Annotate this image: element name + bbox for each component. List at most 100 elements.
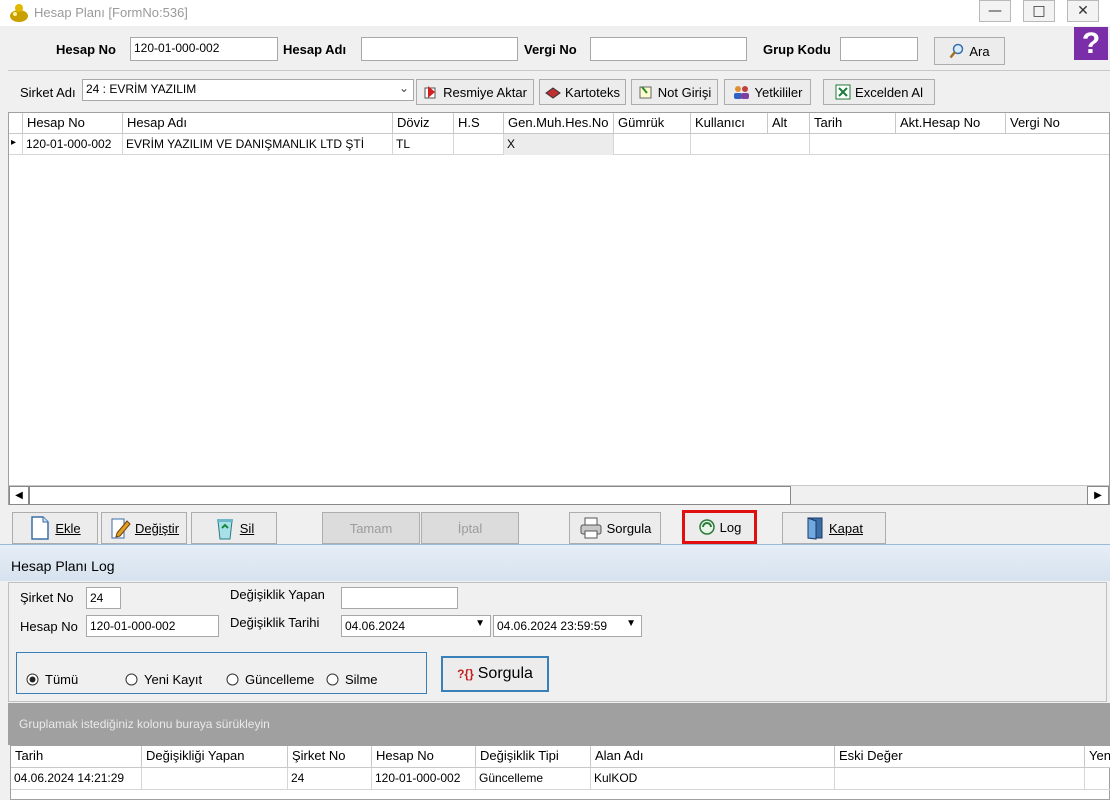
edit-pencil-icon [111, 518, 131, 539]
grup-kodu-input[interactable] [840, 37, 918, 61]
cell-tarih[interactable] [810, 134, 896, 155]
tamam-label: Tamam [349, 520, 393, 536]
maximize-button[interactable]: □ [1023, 0, 1055, 22]
col-tarih[interactable]: Tarih [810, 113, 896, 133]
col-alt[interactable]: Alt [768, 113, 810, 133]
help-question-icon: ? [1081, 27, 1101, 60]
ara-label: Ara [969, 43, 990, 59]
kapat-button[interactable]: Kapat [782, 512, 886, 544]
ekle-button[interactable]: Ekle [12, 512, 98, 544]
horizontal-scrollbar[interactable]: ◀ ▶ [9, 485, 1109, 505]
log-cell-hesap-no[interactable]: 120-01-000-002 [372, 768, 476, 789]
log-button[interactable]: Log [682, 510, 757, 544]
log-cell-sirket-no[interactable]: 24 [288, 768, 372, 789]
log-col-degisikligi-yapan[interactable]: Değişikliği Yapan [142, 746, 288, 768]
sirket-select[interactable]: 24 : EVRİM YAZILIM ⌄ [82, 79, 414, 101]
excelden-al-button[interactable]: Excelden Al [823, 79, 935, 105]
tamam-button[interactable]: Tamam [322, 512, 420, 544]
resmiye-aktar-button[interactable]: Resmiye Aktar [416, 79, 534, 105]
sorgula-button[interactable]: Sorgula [569, 512, 661, 544]
help-button[interactable]: ? [1074, 27, 1108, 60]
radio-tumu[interactable]: Tümü [26, 672, 78, 687]
col-doviz[interactable]: Döviz [393, 113, 454, 133]
radio-guncelleme-label: Güncelleme [245, 672, 315, 687]
log-cell-degisikligi-yapan[interactable] [142, 768, 288, 789]
cell-doviz[interactable]: TL [393, 134, 454, 155]
radio-guncelleme[interactable]: Güncelleme [226, 672, 314, 687]
log-cell-degisiklik-tipi[interactable]: Güncelleme [476, 768, 591, 789]
scroll-left-arrow-icon[interactable]: ◀ [9, 486, 29, 505]
log-grid-header: Tarih Değişikliği Yapan Şirket No Hesap … [11, 746, 1110, 768]
close-button[interactable]: ✕ [1067, 0, 1099, 22]
app-money-bag-icon [8, 3, 30, 26]
log-cell-eski-deger[interactable] [835, 768, 1085, 789]
degisiklik-yapan-label: Değişiklik Yapan [230, 587, 325, 602]
log-col-sirket-no[interactable]: Şirket No [288, 746, 372, 768]
minimize-button[interactable]: — [979, 0, 1011, 22]
col-hs[interactable]: H.S [454, 113, 504, 133]
hesap-adi-label: Hesap Adı [283, 42, 347, 57]
log-grid: Tarih Değişikliği Yapan Şirket No Hesap … [10, 745, 1110, 800]
cell-hesap-adi[interactable]: EVRİM YAZILIM VE DANIŞMANLIK LTD ŞTİ [123, 134, 393, 155]
scroll-right-arrow-icon[interactable]: ▶ [1087, 486, 1109, 505]
scrollbar-thumb[interactable] [29, 486, 791, 505]
col-hesap-adi[interactable]: Hesap Adı [123, 113, 393, 133]
sil-button[interactable]: Sil [191, 512, 277, 544]
cell-akt-hesap-no[interactable] [896, 134, 1006, 155]
cell-gen-muh-hes-no[interactable]: X [504, 134, 614, 155]
group-by-bar[interactable]: Gruplamak istediğiniz kolonu buraya sürü… [8, 703, 1110, 745]
degisiklik-yapan-input[interactable] [341, 587, 458, 609]
resmiye-aktar-label: Resmiye Aktar [443, 84, 527, 100]
transfer-icon [424, 86, 436, 99]
hesap-adi-input[interactable] [361, 37, 518, 61]
log-panel-title: Hesap Planı Log [11, 558, 115, 574]
radio-silme[interactable]: Silme [326, 672, 378, 687]
log-col-hesap-no[interactable]: Hesap No [372, 746, 476, 768]
table-row[interactable]: 04.06.2024 14:21:29 24 120-01-000-002 Gü… [11, 768, 1110, 790]
log-cell-yeni[interactable] [1085, 768, 1110, 789]
degistir-button[interactable]: Değiştir [101, 512, 187, 544]
exit-door-icon [807, 517, 823, 540]
log-col-alan-adi[interactable]: Alan Adı [591, 746, 835, 768]
tarih-from-picker[interactable]: 04.06.2024 ▼ [341, 615, 491, 637]
recycle-bin-icon [216, 519, 233, 540]
log-refresh-icon [698, 519, 715, 535]
cell-hesap-no[interactable]: 120-01-000-002 [23, 134, 123, 155]
log-panel: Hesap Planı Log Şirket No 24 Hesap No 12… [0, 544, 1110, 800]
ara-button[interactable]: Ara [934, 37, 1005, 65]
radio-yeni-kayit[interactable]: Yeni Kayıt [125, 672, 202, 687]
kartoteks-button[interactable]: Kartoteks [539, 79, 626, 105]
table-row[interactable]: ▸ 120-01-000-002 EVRİM YAZILIM VE DANIŞM… [9, 134, 1109, 155]
tarih-to-picker[interactable]: 04.06.2024 23:59:59 ▼ [493, 615, 642, 637]
log-col-tarih[interactable]: Tarih [11, 746, 142, 768]
col-gumruk[interactable]: Gümrük [614, 113, 691, 133]
col-vergi-no[interactable]: Vergi No [1006, 113, 1109, 133]
not-girisi-button[interactable]: Not Girişi [631, 79, 718, 105]
log-col-yeni[interactable]: Yeni [1085, 746, 1110, 768]
col-gen-muh-hes-no[interactable]: Gen.Muh.Hes.No [504, 113, 614, 133]
log-col-eski-deger[interactable]: Eski Değer [835, 746, 1085, 768]
grup-kodu-label: Grup Kodu [763, 42, 831, 57]
log-col-degisiklik-tipi[interactable]: Değişiklik Tipi [476, 746, 591, 768]
col-hesap-no[interactable]: Hesap No [23, 113, 123, 133]
not-girisi-label: Not Girişi [657, 84, 712, 100]
cell-vergi-no[interactable] [1006, 134, 1109, 155]
log-hesap-no-input[interactable]: 120-01-000-002 [86, 615, 219, 637]
col-akt-hesap-no[interactable]: Akt.Hesap No [896, 113, 1006, 133]
cell-hs[interactable] [454, 134, 504, 155]
col-kullanici[interactable]: Kullanıcı [691, 113, 768, 133]
vergi-no-input[interactable] [590, 37, 747, 61]
cell-alt[interactable] [768, 134, 810, 155]
iptal-button[interactable]: İptal [421, 512, 519, 544]
log-sorgula-button[interactable]: ?{} Sorgula [441, 656, 549, 692]
log-cell-alan-adi[interactable]: KulKOD [591, 768, 835, 789]
yetkililer-label: Yetkililer [754, 84, 803, 100]
degistir-label: Değiştir [134, 520, 180, 536]
cell-gumruk[interactable] [614, 134, 691, 155]
log-cell-tarih[interactable]: 04.06.2024 14:21:29 [11, 768, 142, 789]
hesap-no-input[interactable]: 120-01-000-002 [130, 37, 278, 61]
cell-kullanici[interactable] [691, 134, 768, 155]
yetkililer-button[interactable]: Yetkililer [724, 79, 811, 105]
radio-empty-icon [226, 673, 239, 686]
log-sirket-no-input[interactable]: 24 [86, 587, 121, 609]
